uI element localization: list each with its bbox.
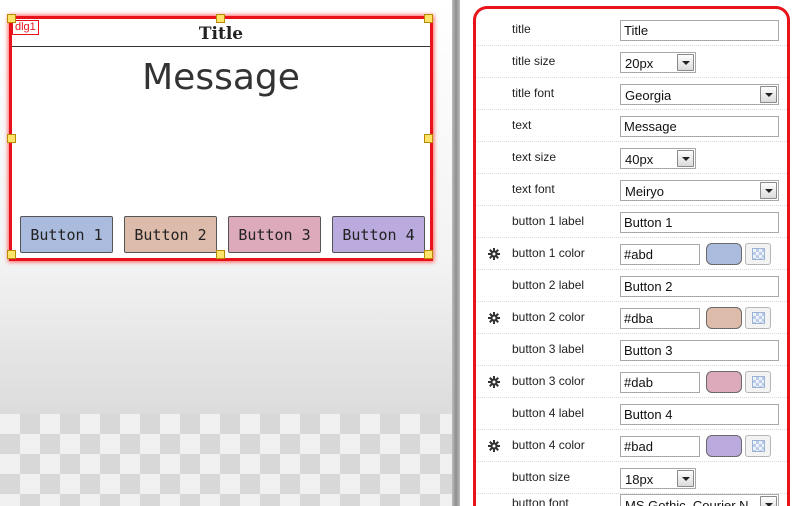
prop-label-title-font: title font bbox=[512, 86, 555, 100]
color-picker-icon bbox=[752, 376, 765, 388]
gear-icon[interactable] bbox=[488, 375, 500, 393]
dialog-preview[interactable]: Title dlg1 Message Button 1 Button 2 But… bbox=[9, 16, 433, 261]
prop-label-button2-label: button 2 label bbox=[512, 278, 585, 292]
prop-row-text-size: text size 40px bbox=[476, 142, 787, 174]
button2-color-swatch[interactable] bbox=[706, 307, 742, 329]
button1-label-input[interactable] bbox=[620, 212, 779, 233]
prop-row-text: text bbox=[476, 110, 787, 142]
color-picker-icon bbox=[752, 248, 765, 260]
transparency-checkerboard bbox=[0, 414, 452, 506]
resize-handle-top-left[interactable] bbox=[7, 14, 16, 23]
button-size-select[interactable]: 18px bbox=[620, 468, 696, 489]
prop-row-title-font: title font Georgia bbox=[476, 78, 787, 110]
property-panel: title title size 20px title font Georgia… bbox=[473, 6, 790, 506]
prop-row-text-font: text font Meiryo bbox=[476, 174, 787, 206]
button2-color-input[interactable] bbox=[620, 308, 700, 329]
dialog-button-2-label: Button 2 bbox=[134, 225, 207, 244]
button2-label-input[interactable] bbox=[620, 276, 779, 297]
button4-color-input[interactable] bbox=[620, 436, 700, 457]
prop-label-title-size: title size bbox=[512, 54, 556, 68]
color-picker-button[interactable] bbox=[745, 371, 771, 393]
prop-row-button2-label: button 2 label bbox=[476, 270, 787, 302]
prop-label-button3-label: button 3 label bbox=[512, 342, 585, 356]
button1-color-swatch[interactable] bbox=[706, 243, 742, 265]
prop-label-button-size: button size bbox=[512, 470, 571, 484]
resize-handle-right[interactable] bbox=[424, 134, 433, 143]
prop-label-button1-label: button 1 label bbox=[512, 214, 585, 228]
button3-color-swatch[interactable] bbox=[706, 371, 742, 393]
dialog-title: Title bbox=[12, 19, 430, 47]
design-canvas[interactable]: Title dlg1 Message Button 1 Button 2 But… bbox=[0, 0, 452, 506]
color-picker-button[interactable] bbox=[745, 435, 771, 457]
button1-color-input[interactable] bbox=[620, 244, 700, 265]
prop-row-button4-label: button 4 label bbox=[476, 398, 787, 430]
prop-label-button1-color: button 1 color bbox=[512, 246, 585, 260]
gear-icon[interactable] bbox=[488, 311, 500, 329]
resize-handle-left[interactable] bbox=[7, 134, 16, 143]
prop-label-button4-color: button 4 color bbox=[512, 438, 585, 452]
dialog-message: Message bbox=[142, 57, 300, 98]
prop-row-button1-color: button 1 color bbox=[476, 238, 787, 270]
color-picker-icon bbox=[752, 312, 765, 324]
title-size-select[interactable]: 20px bbox=[620, 52, 696, 73]
dialog-button-1[interactable]: Button 1 bbox=[20, 216, 113, 253]
prop-row-button-font: button font MS Gothic, Courier N bbox=[476, 488, 787, 506]
prop-row-title-size: title size 20px bbox=[476, 46, 787, 78]
prop-label-button3-color: button 3 color bbox=[512, 374, 585, 388]
resize-handle-bottom-left[interactable] bbox=[7, 250, 16, 259]
chevron-down-icon[interactable] bbox=[760, 86, 777, 103]
chevron-down-icon[interactable] bbox=[677, 54, 694, 71]
prop-label-text-font: text font bbox=[512, 182, 555, 196]
prop-label-button2-color: button 2 color bbox=[512, 310, 585, 324]
resize-handle-top-right[interactable] bbox=[424, 14, 433, 23]
color-picker-button[interactable] bbox=[745, 243, 771, 265]
resize-handle-bottom[interactable] bbox=[216, 250, 225, 259]
prop-row-button4-color: button 4 color bbox=[476, 430, 787, 462]
chevron-down-icon[interactable] bbox=[760, 182, 777, 199]
text-input[interactable] bbox=[620, 116, 779, 137]
gear-icon[interactable] bbox=[488, 439, 500, 457]
dialog-button-4-label: Button 4 bbox=[342, 225, 415, 244]
text-size-select[interactable]: 40px bbox=[620, 148, 696, 169]
panel-splitter[interactable] bbox=[452, 0, 460, 506]
prop-label-button4-label: button 4 label bbox=[512, 406, 585, 420]
button4-color-swatch[interactable] bbox=[706, 435, 742, 457]
dialog-button-4[interactable]: Button 4 bbox=[332, 216, 425, 253]
gear-icon[interactable] bbox=[488, 247, 500, 265]
chevron-down-icon[interactable] bbox=[677, 470, 694, 487]
text-size-value: 40px bbox=[625, 152, 654, 167]
prop-label-button-font: button font bbox=[512, 496, 569, 506]
title-size-value: 20px bbox=[625, 56, 654, 71]
resize-handle-bottom-right[interactable] bbox=[424, 250, 433, 259]
dialog-id-label: dlg1 bbox=[12, 20, 39, 35]
prop-row-button3-color: button 3 color bbox=[476, 366, 787, 398]
prop-row-button3-label: button 3 label bbox=[476, 334, 787, 366]
button-size-value: 18px bbox=[625, 472, 654, 487]
title-font-value: Georgia bbox=[625, 88, 672, 103]
prop-label-text-size: text size bbox=[512, 150, 557, 164]
color-picker-icon bbox=[752, 440, 765, 452]
prop-row-button2-color: button 2 color bbox=[476, 302, 787, 334]
button3-label-input[interactable] bbox=[620, 340, 779, 361]
prop-row-button1-label: button 1 label bbox=[476, 206, 787, 238]
title-font-select[interactable]: Georgia bbox=[620, 84, 779, 105]
text-font-select[interactable]: Meiryo bbox=[620, 180, 779, 201]
button-font-value: MS Gothic, Courier N bbox=[625, 498, 749, 506]
chevron-down-icon[interactable] bbox=[760, 496, 777, 506]
text-font-value: Meiryo bbox=[625, 184, 665, 199]
button3-color-input[interactable] bbox=[620, 372, 700, 393]
resize-handle-top[interactable] bbox=[216, 14, 225, 23]
button4-label-input[interactable] bbox=[620, 404, 779, 425]
dialog-button-1-label: Button 1 bbox=[30, 225, 103, 244]
dialog-button-3[interactable]: Button 3 bbox=[228, 216, 321, 253]
title-input[interactable] bbox=[620, 20, 779, 41]
prop-label-title: title bbox=[512, 22, 531, 36]
prop-label-text: text bbox=[512, 118, 532, 132]
chevron-down-icon[interactable] bbox=[677, 150, 694, 167]
button-font-select[interactable]: MS Gothic, Courier N bbox=[620, 494, 779, 506]
dialog-button-3-label: Button 3 bbox=[238, 225, 311, 244]
dialog-button-2[interactable]: Button 2 bbox=[124, 216, 217, 253]
prop-row-title: title bbox=[476, 14, 787, 46]
color-picker-button[interactable] bbox=[745, 307, 771, 329]
